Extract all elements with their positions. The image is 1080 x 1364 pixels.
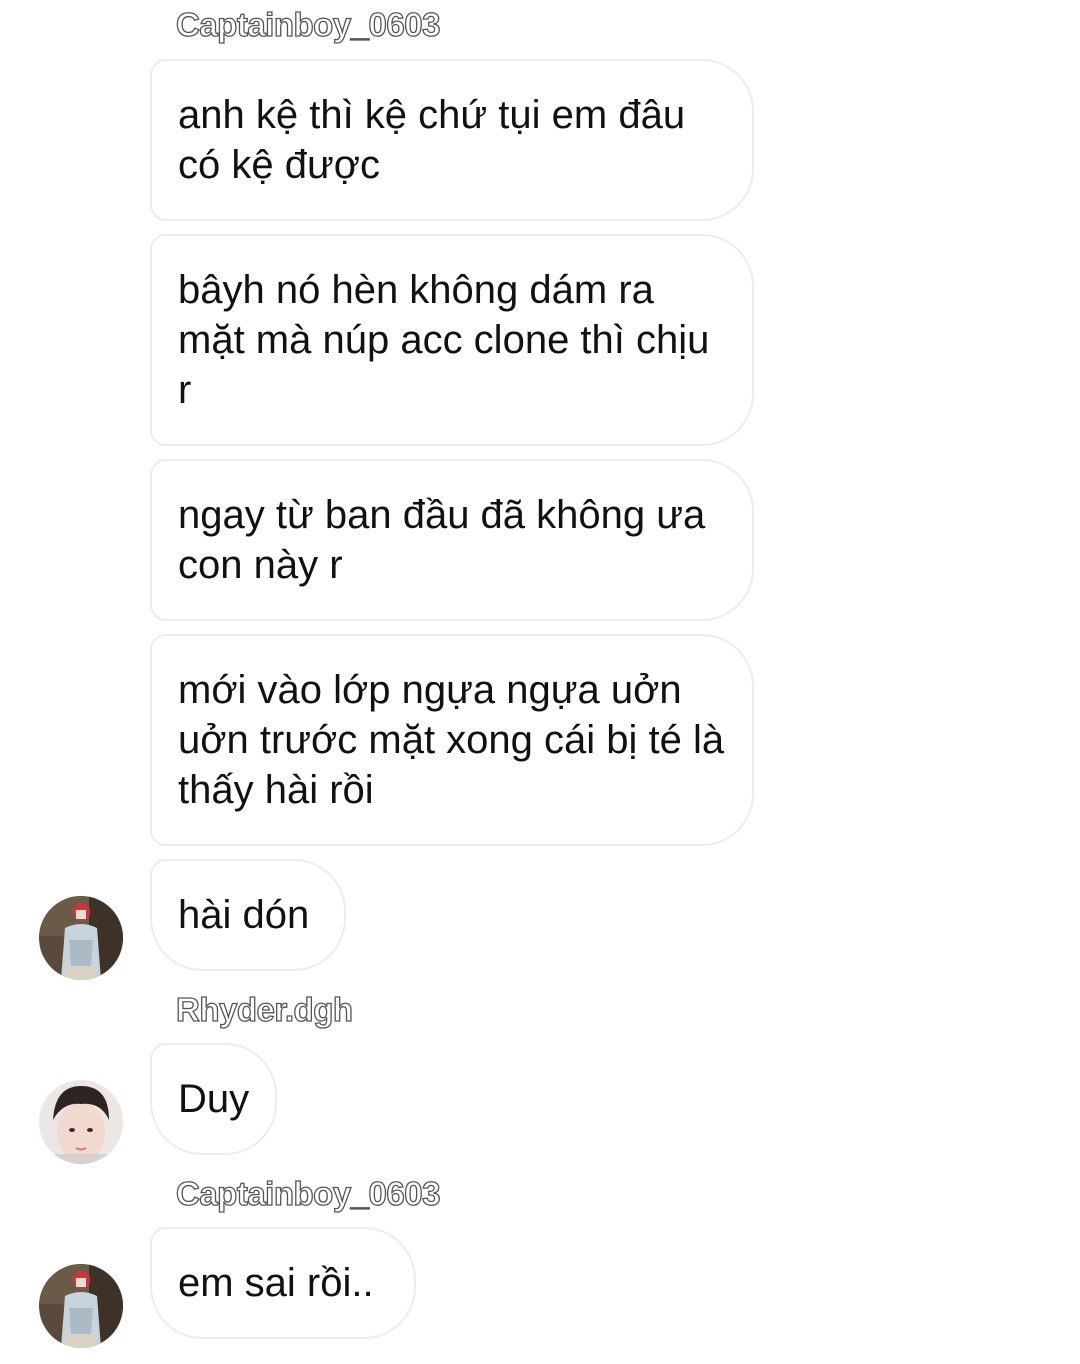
message-text: anh kệ thì kệ chứ tụi em đâu có kệ được [178,93,686,187]
message-text: bâyh nó hèn không dám ra mặt mà núp acc … [178,268,710,412]
message-bubble[interactable]: em sai rồi.. [150,1227,416,1339]
rhyder-avatar[interactable] [39,1080,123,1164]
message-bubble[interactable]: hài dón [150,859,346,971]
sender-name: Rhyder.dgh [175,990,353,1028]
captainboy-avatar[interactable] [39,896,123,980]
message-bubble[interactable]: Duy [150,1043,277,1155]
message-text: hài dón [178,893,310,937]
message-bubble[interactable]: ngay từ ban đầu đã không ưa con này r [150,459,754,621]
sender-name: Captainboy_0603 [175,5,441,43]
message-bubble[interactable]: bâyh nó hèn không dám ra mặt mà núp acc … [150,234,754,446]
sender-name: Captainboy_0603 [175,1174,441,1212]
message-text: Duy [178,1077,250,1121]
message-bubble[interactable]: mới vào lớp ngựa ngựa uởn uởn trước mặt … [150,634,754,846]
message-text: ngay từ ban đầu đã không ưa con này r [178,493,706,587]
message-text: em sai rồi.. [178,1261,374,1305]
message-text: mới vào lớp ngựa ngựa uởn uởn trước mặt … [178,668,725,812]
captainboy-avatar[interactable] [39,1264,123,1348]
message-bubble[interactable]: anh kệ thì kệ chứ tụi em đâu có kệ được [150,59,754,221]
